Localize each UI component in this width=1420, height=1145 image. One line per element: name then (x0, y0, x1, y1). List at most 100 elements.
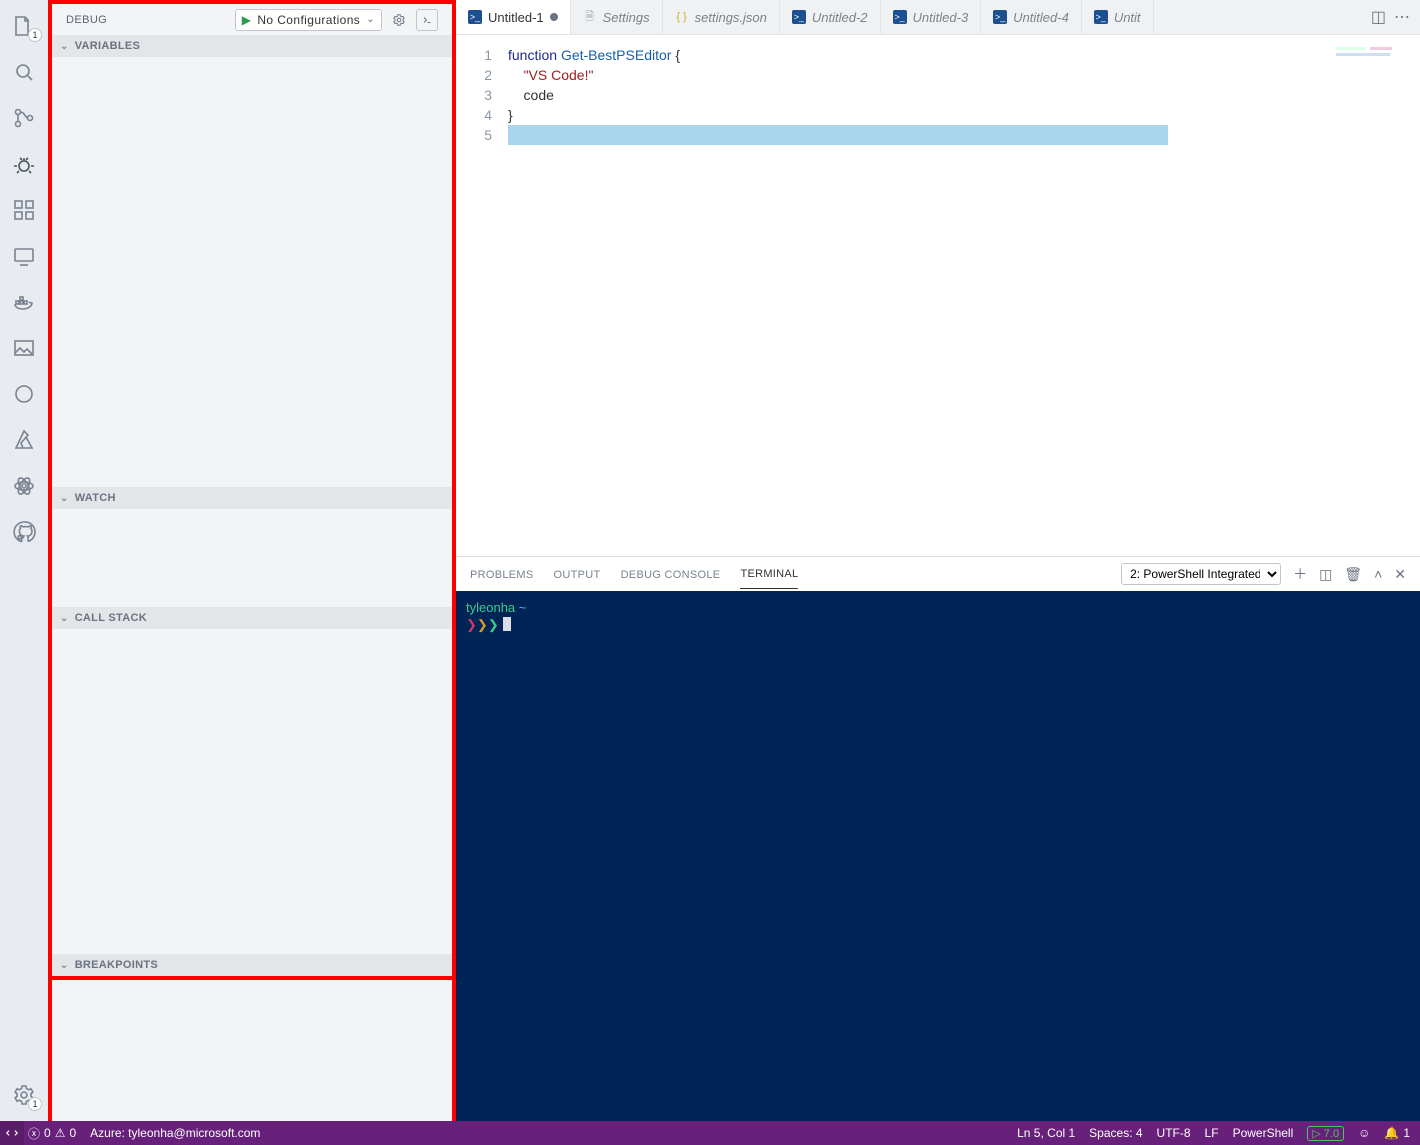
tab-output[interactable]: OUTPUT (554, 560, 601, 589)
code-line: code (508, 85, 1420, 105)
split-terminal-icon[interactable]: ◫ (1319, 566, 1332, 583)
activity-bar: 1 1 (0, 0, 48, 1121)
tab-untitled-2[interactable]: >_ Untitled-2 (780, 0, 881, 34)
debug-config-label: No Configurations (257, 13, 360, 27)
status-psversion[interactable]: ▷ 7.0 (1307, 1126, 1344, 1141)
line-number: 3 (456, 85, 492, 105)
settings-badge: 1 (28, 1097, 42, 1111)
terminal-selector[interactable]: 2: PowerShell Integrated Con (1121, 563, 1281, 585)
section-callstack[interactable]: ⌄CALL STACK (52, 607, 452, 629)
terminal[interactable]: tyleonha ~ ❯❯❯ (456, 591, 1420, 1121)
explorer-badge: 1 (28, 28, 42, 42)
code-line: "VS Code!" (508, 65, 1420, 85)
debug-sidebar: DEBUG ▶ No Configurations ⌄ ⌄VARIABLES (48, 0, 456, 1121)
code-content: function Get-BestPSEditor { "VS Code!" c… (508, 35, 1420, 556)
status-encoding[interactable]: UTF-8 (1157, 1126, 1191, 1140)
chevron-down-icon: ⌄ (60, 41, 69, 52)
tab-label: Settings (603, 10, 650, 25)
selection-highlight (508, 125, 1168, 145)
new-terminal-icon[interactable]: ＋ (1293, 564, 1307, 584)
debug-icon[interactable] (0, 144, 48, 184)
powershell-icon: >_ (1094, 10, 1108, 24)
status-spaces[interactable]: Spaces: 4 (1089, 1126, 1142, 1140)
section-callstack-body (52, 629, 452, 954)
tab-terminal[interactable]: TERMINAL (740, 559, 798, 589)
tab-label: Untitled-1 (488, 10, 544, 25)
docker-icon[interactable] (0, 282, 48, 322)
debug-console-icon[interactable] (416, 9, 438, 31)
chevron-down-icon: ⌄ (366, 14, 375, 25)
code-editor[interactable]: 12345 function Get-BestPSEditor { "VS Co… (456, 35, 1420, 556)
tab-untitled-3[interactable]: >_ Untitled-3 (881, 0, 982, 34)
line-number: 2 (456, 65, 492, 85)
line-number: 1 (456, 45, 492, 65)
tab-label: Untit (1114, 10, 1141, 25)
tab-label: Untitled-3 (913, 10, 969, 25)
tab-untitled-4[interactable]: >_Untitled-4 (981, 0, 1082, 34)
search-icon[interactable] (0, 52, 48, 92)
status-eol[interactable]: LF (1205, 1126, 1219, 1140)
remote-icon[interactable] (0, 236, 48, 276)
section-variables[interactable]: ⌄VARIABLES (52, 35, 452, 57)
terminal-cursor (503, 617, 511, 631)
azure-icon[interactable] (0, 420, 48, 460)
panel-tabs: PROBLEMS OUTPUT DEBUG CONSOLE TERMINAL 2… (456, 557, 1420, 591)
tab-label: Untitled-2 (812, 10, 868, 25)
tab-debug-console[interactable]: DEBUG CONSOLE (621, 560, 721, 589)
status-feedback-icon[interactable]: ☺ (1358, 1126, 1370, 1140)
section-watch[interactable]: ⌄WATCH (52, 487, 452, 509)
tab-untitled-1[interactable]: >_Untitled-1 (456, 0, 571, 34)
gear-icon[interactable] (388, 9, 410, 31)
error-icon: ⓧ (28, 1125, 40, 1142)
editor-tabs: >_Untitled-1🗎Settings{ }settings.json>_U… (456, 0, 1420, 35)
json-icon: { } (675, 10, 689, 24)
maximize-panel-icon[interactable]: ˄ (1374, 566, 1382, 582)
extensions-icon[interactable] (0, 190, 48, 230)
chevron-down-icon: ⌄ (60, 613, 69, 624)
atom-icon[interactable] (0, 466, 48, 506)
terminal-prompt: ❯❯❯ (466, 616, 1410, 633)
warning-icon: ⚠ (55, 1126, 66, 1140)
status-language[interactable]: PowerShell (1233, 1126, 1294, 1140)
split-editor-icon[interactable]: ◫ (1371, 7, 1386, 27)
tab-problems[interactable]: PROBLEMS (470, 560, 534, 589)
terminal-user: tyleonha (466, 600, 515, 615)
source-control-icon[interactable] (0, 98, 48, 138)
play-icon: ▶ (242, 13, 252, 27)
circle-icon[interactable] (0, 374, 48, 414)
status-lncol[interactable]: Ln 5, Col 1 (1017, 1126, 1075, 1140)
explorer-icon[interactable]: 1 (0, 6, 48, 46)
tab-settings-json[interactable]: { }settings.json (663, 0, 780, 34)
kill-terminal-icon[interactable]: 🗑 (1344, 566, 1362, 583)
bell-icon: 🔔 (1384, 1126, 1399, 1140)
sidebar-title: DEBUG (66, 14, 235, 26)
tab-settings[interactable]: 🗎 Settings (571, 0, 663, 34)
dirty-indicator (550, 13, 558, 21)
chevron-down-icon: ⌄ (60, 493, 69, 504)
section-breakpoints[interactable]: ⌄BREAKPOINTS (52, 954, 452, 976)
debug-config-dropdown[interactable]: ▶ No Configurations ⌄ (235, 9, 382, 31)
close-panel-icon[interactable]: ✕ (1394, 566, 1406, 583)
picture-icon[interactable] (0, 328, 48, 368)
github-icon[interactable] (0, 512, 48, 552)
settings-gear-icon[interactable]: 1 (0, 1075, 48, 1115)
page-icon: 🗎 (583, 10, 597, 24)
chevron-down-icon: ⌄ (60, 960, 69, 971)
code-line: function Get-BestPSEditor { (508, 45, 1420, 65)
sidebar-header: DEBUG ▶ No Configurations ⌄ (52, 0, 452, 35)
tabs-overflow: ◫ ⋯ (1361, 0, 1420, 34)
more-icon[interactable]: ⋯ (1394, 7, 1410, 27)
minimap[interactable] (1336, 47, 1412, 67)
status-bell[interactable]: 🔔1 (1384, 1126, 1410, 1140)
status-azure[interactable]: Azure: tyleonha@microsoft.com (90, 1126, 260, 1140)
bottom-panel: PROBLEMS OUTPUT DEBUG CONSOLE TERMINAL 2… (456, 556, 1420, 1121)
ps-icon: ▷ (1312, 1128, 1320, 1140)
status-errors[interactable]: ⓧ0 ⚠0 (28, 1125, 76, 1142)
powershell-icon: >_ (893, 10, 907, 24)
powershell-icon: >_ (792, 10, 806, 24)
terminal-path: ~ (519, 600, 527, 615)
remote-indicator[interactable] (0, 1121, 24, 1145)
tab-untit[interactable]: >_ Untit (1082, 0, 1154, 34)
code-line: } (508, 105, 1420, 125)
line-gutter: 12345 (456, 35, 508, 556)
